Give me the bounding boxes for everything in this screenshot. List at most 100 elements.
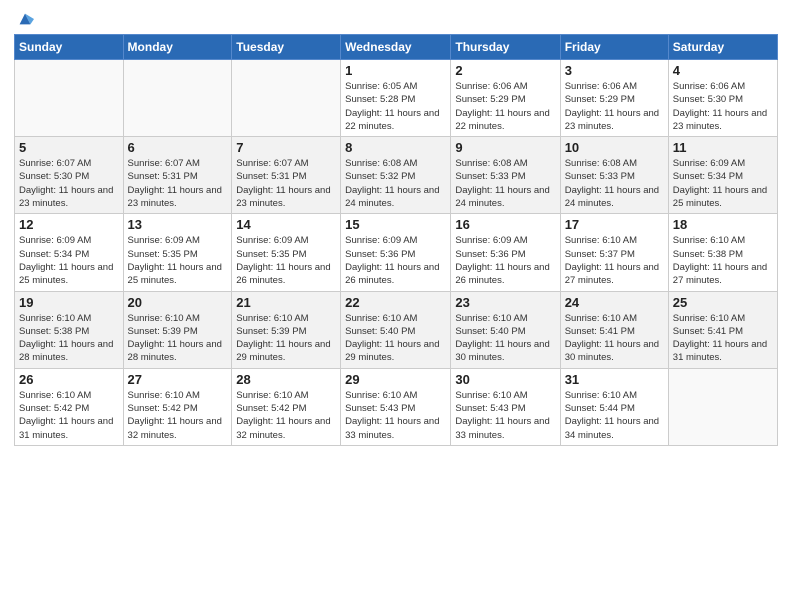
day-info: Sunrise: 6:10 AMSunset: 5:37 PMDaylight:… <box>565 234 664 287</box>
calendar-day-cell: 19Sunrise: 6:10 AMSunset: 5:38 PMDayligh… <box>15 291 124 368</box>
day-number: 27 <box>128 372 228 387</box>
calendar-day-cell: 15 Sunrise: 6:09 AMSunset: 5:36 PMDayligh… <box>341 214 451 291</box>
calendar-day-cell: 25 Sunrise: 6:10 AMSunset: 5:41 PMDayligh… <box>668 291 777 368</box>
calendar-day-cell: 18 Sunrise: 6:10 AMSunset: 5:38 PMDayligh… <box>668 214 777 291</box>
day-number: 28 <box>236 372 336 387</box>
day-info: Sunrise: 6:10 AMSunset: 5:42 PMDaylight:… <box>128 389 228 442</box>
day-number: 6 <box>128 140 228 155</box>
day-info: Sunrise: 6:08 AMSunset: 5:33 PMDaylight:… <box>455 157 555 210</box>
day-number: 17 <box>565 217 664 232</box>
weekday-header-thursday: Thursday <box>451 35 560 60</box>
day-number: 5 <box>19 140 119 155</box>
calendar-week-row: 5 Sunrise: 6:07 AMSunset: 5:30 PMDaylight… <box>15 137 778 214</box>
calendar-day-cell: 6 Sunrise: 6:07 AMSunset: 5:31 PMDaylight… <box>123 137 232 214</box>
day-number: 18 <box>673 217 773 232</box>
weekday-header-tuesday: Tuesday <box>232 35 341 60</box>
calendar-day-cell: 31 Sunrise: 6:10 AMSunset: 5:44 PMDayligh… <box>560 368 668 445</box>
weekday-header-friday: Friday <box>560 35 668 60</box>
calendar-day-cell <box>123 60 232 137</box>
calendar-day-cell: 23 Sunrise: 6:10 AMSunset: 5:40 PMDayligh… <box>451 291 560 368</box>
day-number: 2 <box>455 63 555 78</box>
day-number: 21 <box>236 295 336 310</box>
calendar-day-cell: 22 Sunrise: 6:10 AMSunset: 5:40 PMDayligh… <box>341 291 451 368</box>
calendar-day-cell: 1Sunrise: 6:05 AMSunset: 5:28 PMDaylight… <box>341 60 451 137</box>
day-number: 15 <box>345 217 446 232</box>
calendar-day-cell: 21 Sunrise: 6:10 AMSunset: 5:39 PMDayligh… <box>232 291 341 368</box>
day-info: Sunrise: 6:10 AMSunset: 5:38 PMDaylight:… <box>19 312 119 365</box>
day-info: Sunrise: 6:10 AMSunset: 5:39 PMDaylight:… <box>236 312 336 365</box>
calendar-day-cell: 20 Sunrise: 6:10 AMSunset: 5:39 PMDayligh… <box>123 291 232 368</box>
day-number: 29 <box>345 372 446 387</box>
calendar-day-cell: 4Sunrise: 6:06 AMSunset: 5:30 PMDaylight… <box>668 60 777 137</box>
day-number: 31 <box>565 372 664 387</box>
day-number: 7 <box>236 140 336 155</box>
calendar-day-cell: 8 Sunrise: 6:08 AMSunset: 5:32 PMDaylight… <box>341 137 451 214</box>
day-number: 30 <box>455 372 555 387</box>
weekday-header-saturday: Saturday <box>668 35 777 60</box>
day-info: Sunrise: 6:07 AMSunset: 5:31 PMDaylight:… <box>128 157 228 210</box>
calendar-day-cell: 26 Sunrise: 6:10 AMSunset: 5:42 PMDayligh… <box>15 368 124 445</box>
calendar-day-cell: 13Sunrise: 6:09 AMSunset: 5:35 PMDayligh… <box>123 214 232 291</box>
day-info: Sunrise: 6:10 AMSunset: 5:41 PMDaylight:… <box>565 312 664 365</box>
day-info: Sunrise: 6:10 AMSunset: 5:40 PMDaylight:… <box>345 312 446 365</box>
day-info: Sunrise: 6:10 AMSunset: 5:42 PMDaylight:… <box>236 389 336 442</box>
day-info: Sunrise: 6:10 AMSunset: 5:41 PMDaylight:… <box>673 312 773 365</box>
weekday-header-monday: Monday <box>123 35 232 60</box>
day-number: 24 <box>565 295 664 310</box>
day-number: 10 <box>565 140 664 155</box>
day-number: 4 <box>673 63 773 78</box>
day-info: Sunrise: 6:05 AMSunset: 5:28 PMDaylight:… <box>345 80 446 133</box>
day-info: Sunrise: 6:10 AMSunset: 5:44 PMDaylight:… <box>565 389 664 442</box>
day-info: Sunrise: 6:07 AMSunset: 5:30 PMDaylight:… <box>19 157 119 210</box>
weekday-header-wednesday: Wednesday <box>341 35 451 60</box>
calendar-day-cell: 3 Sunrise: 6:06 AMSunset: 5:29 PMDaylight… <box>560 60 668 137</box>
day-info: Sunrise: 6:09 AMSunset: 5:35 PMDaylight:… <box>236 234 336 287</box>
day-info: Sunrise: 6:07 AMSunset: 5:31 PMDaylight:… <box>236 157 336 210</box>
calendar-day-cell: 16 Sunrise: 6:09 AMSunset: 5:36 PMDayligh… <box>451 214 560 291</box>
calendar-day-cell: 14 Sunrise: 6:09 AMSunset: 5:35 PMDayligh… <box>232 214 341 291</box>
day-info: Sunrise: 6:10 AMSunset: 5:39 PMDaylight:… <box>128 312 228 365</box>
calendar-week-row: 26 Sunrise: 6:10 AMSunset: 5:42 PMDayligh… <box>15 368 778 445</box>
day-number: 14 <box>236 217 336 232</box>
day-number: 8 <box>345 140 446 155</box>
day-info: Sunrise: 6:08 AMSunset: 5:33 PMDaylight:… <box>565 157 664 210</box>
day-number: 22 <box>345 295 446 310</box>
calendar-day-cell: 30 Sunrise: 6:10 AMSunset: 5:43 PMDayligh… <box>451 368 560 445</box>
calendar-day-cell: 12 Sunrise: 6:09 AMSunset: 5:34 PMDayligh… <box>15 214 124 291</box>
day-info: Sunrise: 6:06 AMSunset: 5:29 PMDaylight:… <box>565 80 664 133</box>
day-number: 12 <box>19 217 119 232</box>
day-number: 26 <box>19 372 119 387</box>
header-row <box>14 10 778 28</box>
calendar-day-cell: 28 Sunrise: 6:10 AMSunset: 5:42 PMDayligh… <box>232 368 341 445</box>
day-number: 3 <box>565 63 664 78</box>
day-info: Sunrise: 6:09 AMSunset: 5:34 PMDaylight:… <box>19 234 119 287</box>
day-info: Sunrise: 6:09 AMSunset: 5:36 PMDaylight:… <box>455 234 555 287</box>
weekday-header-sunday: Sunday <box>15 35 124 60</box>
day-number: 20 <box>128 295 228 310</box>
day-info: Sunrise: 6:09 AMSunset: 5:36 PMDaylight:… <box>345 234 446 287</box>
calendar-week-row: 1Sunrise: 6:05 AMSunset: 5:28 PMDaylight… <box>15 60 778 137</box>
day-number: 9 <box>455 140 555 155</box>
calendar-day-cell: 5 Sunrise: 6:07 AMSunset: 5:30 PMDaylight… <box>15 137 124 214</box>
calendar-day-cell: 27 Sunrise: 6:10 AMSunset: 5:42 PMDayligh… <box>123 368 232 445</box>
day-number: 25 <box>673 295 773 310</box>
calendar-day-cell <box>668 368 777 445</box>
day-info: Sunrise: 6:10 AMSunset: 5:40 PMDaylight:… <box>455 312 555 365</box>
day-number: 23 <box>455 295 555 310</box>
day-info: Sunrise: 6:08 AMSunset: 5:32 PMDaylight:… <box>345 157 446 210</box>
calendar-day-cell: 24 Sunrise: 6:10 AMSunset: 5:41 PMDayligh… <box>560 291 668 368</box>
day-number: 13 <box>128 217 228 232</box>
calendar-day-cell: 7 Sunrise: 6:07 AMSunset: 5:31 PMDaylight… <box>232 137 341 214</box>
day-number: 16 <box>455 217 555 232</box>
calendar-day-cell: 17 Sunrise: 6:10 AMSunset: 5:37 PMDayligh… <box>560 214 668 291</box>
day-info: Sunrise: 6:10 AMSunset: 5:43 PMDaylight:… <box>345 389 446 442</box>
day-info: Sunrise: 6:10 AMSunset: 5:38 PMDaylight:… <box>673 234 773 287</box>
calendar-day-cell <box>15 60 124 137</box>
logo <box>14 10 34 28</box>
day-info: Sunrise: 6:10 AMSunset: 5:43 PMDaylight:… <box>455 389 555 442</box>
calendar-day-cell: 10 Sunrise: 6:08 AMSunset: 5:33 PMDayligh… <box>560 137 668 214</box>
day-info: Sunrise: 6:06 AMSunset: 5:29 PMDaylight:… <box>455 80 555 133</box>
calendar-week-row: 12 Sunrise: 6:09 AMSunset: 5:34 PMDayligh… <box>15 214 778 291</box>
day-info: Sunrise: 6:10 AMSunset: 5:42 PMDaylight:… <box>19 389 119 442</box>
calendar-day-cell: 9 Sunrise: 6:08 AMSunset: 5:33 PMDaylight… <box>451 137 560 214</box>
